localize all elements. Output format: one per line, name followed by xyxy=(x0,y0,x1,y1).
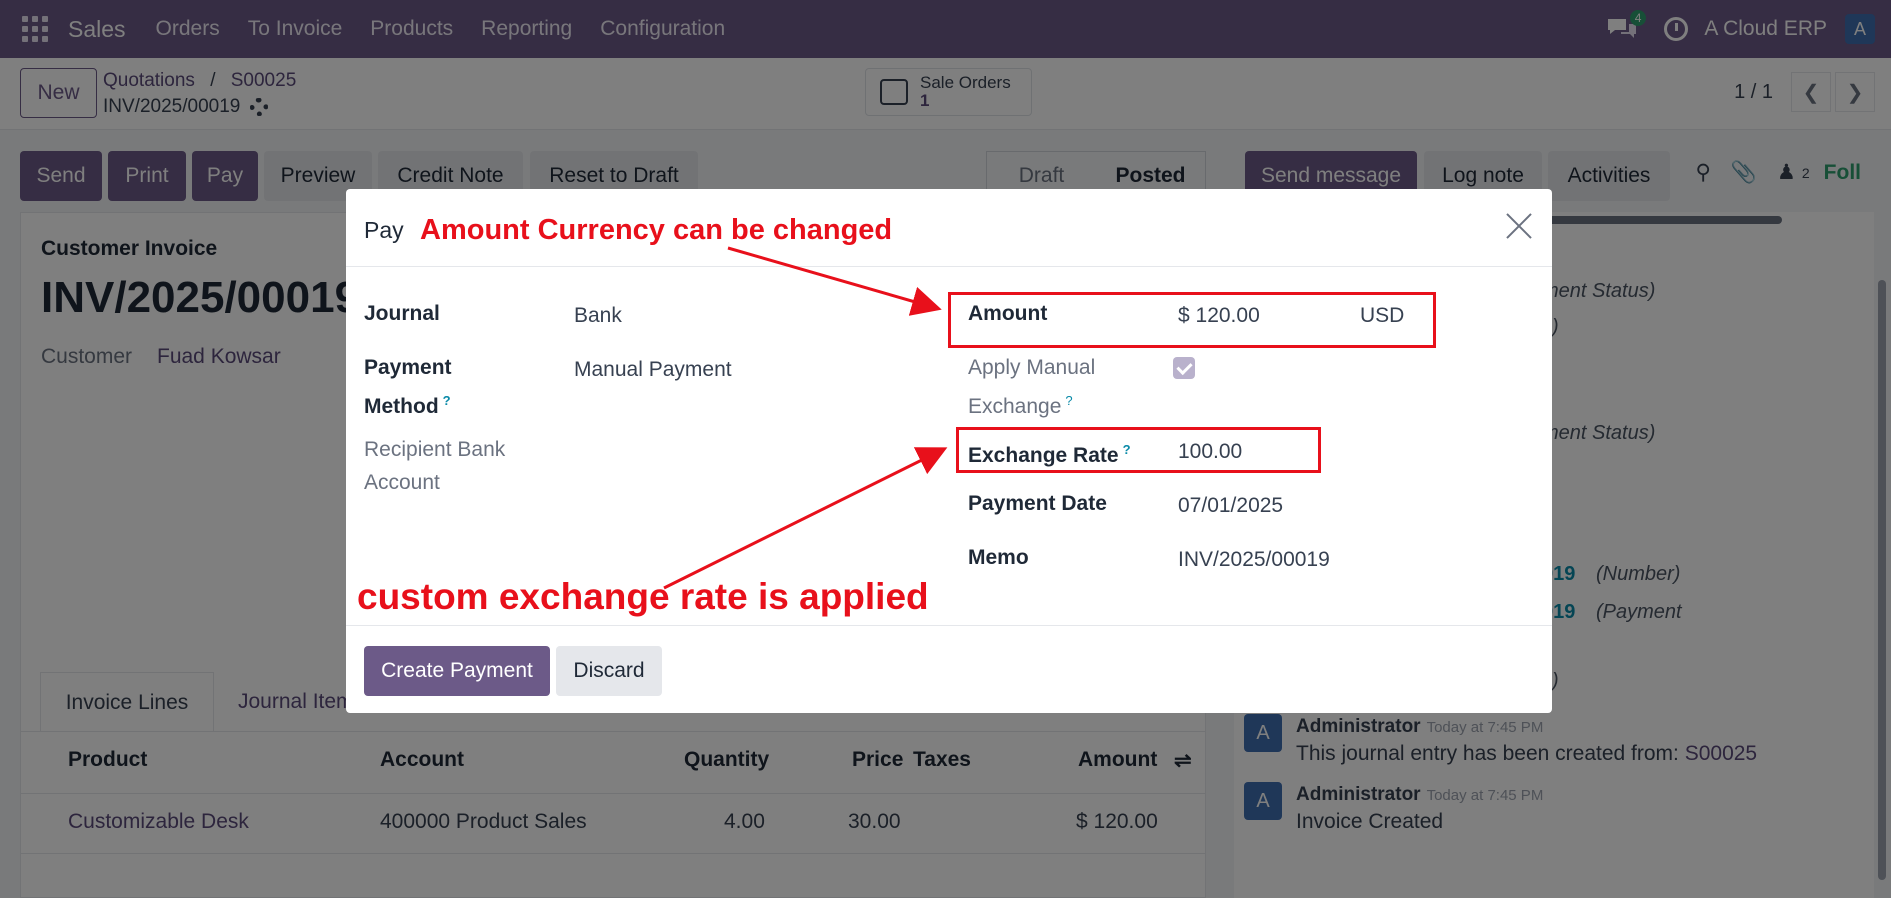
arrow-to-exchange-rate xyxy=(663,447,948,590)
annotation-arrows xyxy=(663,246,948,590)
arrow-to-amount xyxy=(727,246,942,316)
